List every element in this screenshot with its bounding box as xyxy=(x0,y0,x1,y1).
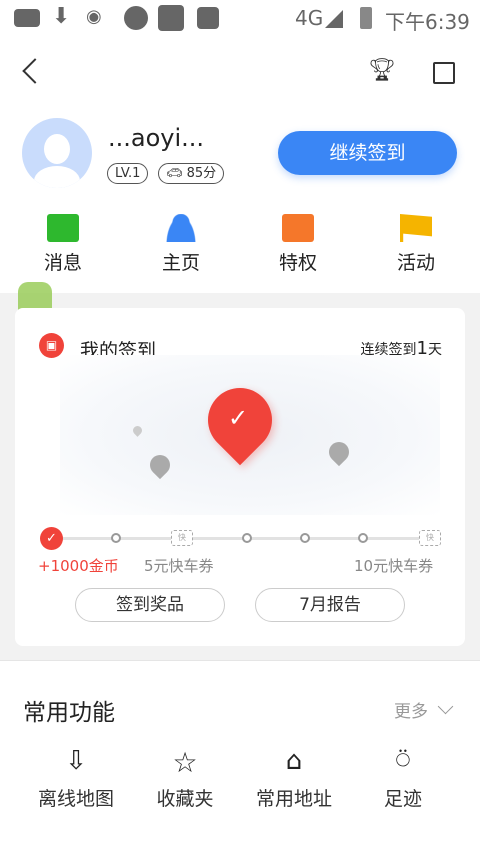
nav-label: 特权 xyxy=(278,252,317,274)
day-node xyxy=(111,533,121,543)
top-nav: 🏆︎ xyxy=(0,40,480,110)
network-type: 4G xyxy=(295,6,324,30)
app-icon xyxy=(158,5,184,31)
battery-icon xyxy=(360,7,372,29)
feature-common-address[interactable]: ⌂ 常用地址 xyxy=(244,746,344,811)
monthly-report-button[interactable]: 7月报告 xyxy=(255,588,405,622)
reward-5-coupon: 5元快车券 xyxy=(144,557,214,575)
message-notif-icon xyxy=(14,9,40,27)
avatar[interactable] xyxy=(22,118,92,188)
day-node xyxy=(358,533,368,543)
message-icon xyxy=(47,214,79,242)
features-title: 常用功能 xyxy=(23,700,115,726)
weibo-icon: ◉ xyxy=(86,6,102,27)
feature-footprints[interactable]: ⍥ 足迹 xyxy=(353,746,453,811)
more-link[interactable]: 更多 xyxy=(394,697,454,722)
car-icon: 🚗︎ xyxy=(166,166,187,181)
ticket-icon: 快 xyxy=(419,530,441,546)
footprint-icon: ⍥ xyxy=(395,746,411,774)
chevron-down-icon xyxy=(437,698,454,715)
feature-label: 收藏夹 xyxy=(156,788,214,810)
clock: 下午6:39 xyxy=(385,10,470,34)
download-icon: ⬇ xyxy=(52,4,71,29)
signal-icon xyxy=(325,10,343,28)
feature-label: 离线地图 xyxy=(37,788,114,810)
status-bar: ⬇ ◉ 4G 下午6:39 xyxy=(0,0,480,36)
more-label: 更多 xyxy=(394,702,428,722)
nav-privileges[interactable]: 特权 xyxy=(258,214,338,275)
feature-label: 足迹 xyxy=(383,788,422,810)
flag-icon xyxy=(400,214,432,242)
checkin-prizes-button[interactable]: 签到奖品 xyxy=(75,588,225,622)
nav-activities[interactable]: 活动 xyxy=(376,214,456,275)
feature-offline-map[interactable]: ⇩ 离线地图 xyxy=(26,746,126,811)
score-value: 85分 xyxy=(186,166,217,181)
nav-label: 主页 xyxy=(161,252,200,274)
continue-checkin-button[interactable]: 继续签到 xyxy=(278,131,457,175)
nav-label: 活动 xyxy=(396,252,435,274)
privilege-icon xyxy=(282,214,314,242)
app-icon xyxy=(124,6,148,30)
level-badge: LV.1 xyxy=(107,163,149,184)
score-badge[interactable]: 🚗︎ 85分 xyxy=(158,163,225,184)
edit-icon[interactable] xyxy=(433,62,455,84)
nav-messages[interactable]: 消息 xyxy=(23,214,103,275)
download-map-icon: ⇩ xyxy=(65,746,87,776)
nav-label: 消息 xyxy=(43,252,82,274)
star-icon: ☆ xyxy=(172,746,198,779)
feature-favorites[interactable]: ☆ 收藏夹 xyxy=(135,746,235,811)
day-node xyxy=(300,533,310,543)
divider xyxy=(0,660,480,661)
back-icon[interactable] xyxy=(22,58,48,84)
shop-icon xyxy=(197,7,219,29)
ticket-icon: 快 xyxy=(171,530,193,546)
person-icon xyxy=(165,214,197,242)
reward-coins: +1000金币 xyxy=(38,557,119,575)
feature-label: 常用地址 xyxy=(255,788,332,810)
day-checked-icon: ✓ xyxy=(40,527,63,550)
home-star-icon: ⌂ xyxy=(285,746,303,776)
nav-home[interactable]: 主页 xyxy=(141,214,221,275)
trophy-icon[interactable]: 🏆︎ xyxy=(368,58,396,83)
user-name: ...aoyi... xyxy=(108,124,205,152)
day-node xyxy=(242,533,252,543)
reward-10-coupon: 10元快车券 xyxy=(354,557,434,575)
check-icon: ✓ xyxy=(228,404,249,432)
